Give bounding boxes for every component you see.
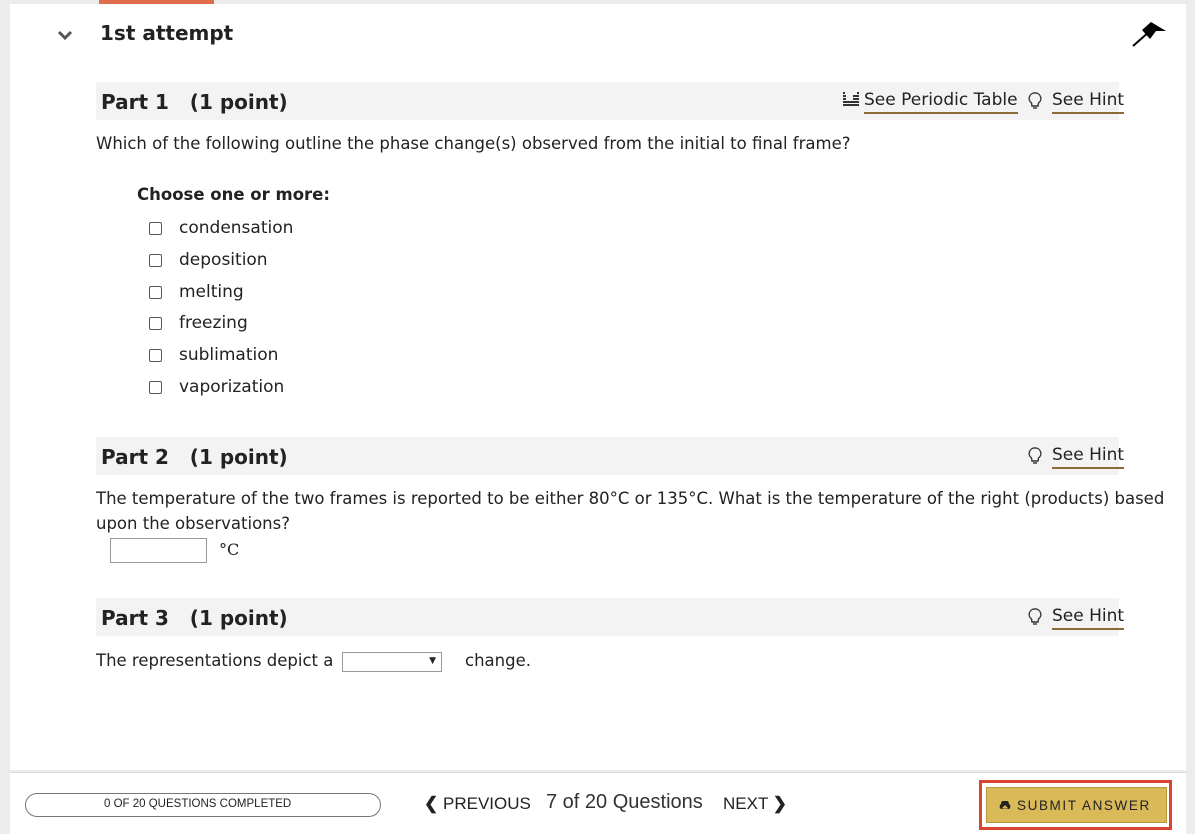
part2-header: Part 2 (1 point) See Hint	[96, 437, 1125, 475]
attempt-title: 1st attempt	[100, 21, 234, 45]
part3-header: Part 3 (1 point) See Hint	[96, 598, 1125, 636]
part1-see-hint-link[interactable]: See Hint	[1052, 90, 1125, 114]
active-tab-accent	[99, 0, 214, 4]
temperature-input[interactable]	[110, 538, 207, 563]
lightbulb-icon	[1028, 608, 1042, 625]
chevron-down-icon[interactable]	[56, 26, 74, 44]
checkbox[interactable]	[149, 286, 162, 299]
chevron-left-icon: ❮	[424, 794, 439, 813]
question-counter: 7 of 20 Questions	[546, 791, 703, 813]
previous-label: PREVIOUS	[442, 794, 531, 813]
progress-text: 0 OF 20 QUESTIONS COMPLETED	[104, 798, 292, 810]
part1-header: Part 1 (1 point) See Periodic Table See …	[96, 82, 1125, 120]
progress-bar: 0 OF 20 QUESTIONS COMPLETED	[25, 793, 381, 817]
lightbulb-icon	[1028, 92, 1042, 109]
submit-answer-button[interactable]: SUBMIT ANSWER	[986, 787, 1167, 823]
option-label: vaporization	[179, 377, 285, 397]
upload-cloud-icon	[999, 801, 1011, 812]
part2-see-hint-link[interactable]: See Hint	[1052, 445, 1125, 469]
part2-question-line1: The temperature of the two frames is rep…	[96, 489, 1165, 508]
option-label: deposition	[179, 250, 268, 270]
lightbulb-icon	[1028, 447, 1042, 464]
pin-icon[interactable]	[1128, 20, 1168, 50]
option-label: freezing	[179, 313, 248, 333]
checkbox[interactable]	[149, 317, 162, 330]
part3-text-before: The representations depict a	[96, 651, 334, 670]
see-periodic-table-link[interactable]: See Periodic Table	[864, 90, 1018, 114]
part2-title: Part 2 (1 point)	[101, 445, 288, 469]
chevron-right-icon: ❯	[772, 794, 788, 813]
next-label: NEXT	[723, 794, 769, 813]
part3-text-after: change.	[465, 651, 531, 670]
change-type-select[interactable]: ▼	[342, 652, 442, 672]
checkbox[interactable]	[149, 381, 162, 394]
dropdown-arrow-icon: ▼	[429, 656, 436, 666]
choose-label: Choose one or more:	[137, 185, 330, 204]
option-label: sublimation	[179, 345, 279, 365]
previous-button[interactable]: ❮ PREVIOUS	[424, 794, 531, 814]
periodic-table-icon	[843, 92, 859, 106]
part3-title: Part 3 (1 point)	[101, 606, 288, 630]
temperature-unit: °C	[219, 540, 240, 559]
submit-label: SUBMIT ANSWER	[1017, 798, 1151, 813]
next-button[interactable]: NEXT ❯	[723, 794, 787, 814]
checkbox[interactable]	[149, 222, 162, 235]
part1-question: Which of the following outline the phase…	[96, 134, 851, 153]
part2-question-line2: upon the observations?	[96, 514, 290, 533]
option-label: condensation	[179, 218, 294, 238]
checkbox[interactable]	[149, 254, 162, 267]
part3-see-hint-link[interactable]: See Hint	[1052, 606, 1125, 630]
checkbox[interactable]	[149, 349, 162, 362]
option-label: melting	[179, 282, 244, 302]
part1-title: Part 1 (1 point)	[101, 90, 288, 114]
